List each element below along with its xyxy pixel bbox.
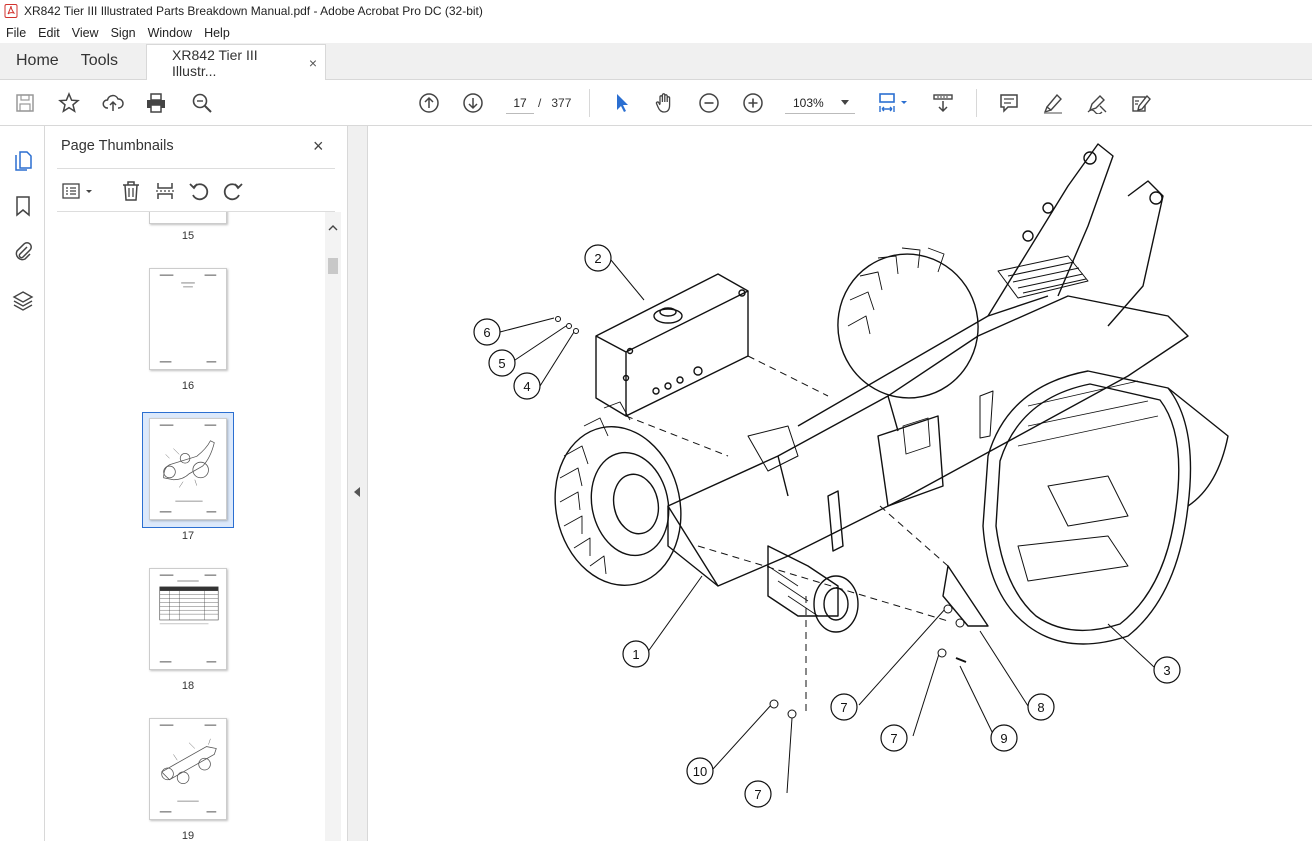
menu-bar: File Edit View Sign Window Help bbox=[0, 22, 1312, 43]
tab-document-label: XR842 Tier III Illustr... bbox=[172, 46, 258, 79]
thumbnail-page-18[interactable] bbox=[149, 568, 227, 670]
redact-edit-icon[interactable] bbox=[1128, 90, 1154, 116]
left-navigation-rail bbox=[0, 126, 45, 841]
zoom-level-select[interactable]: 103% bbox=[785, 92, 855, 114]
callout-label-2: 2 bbox=[594, 251, 601, 266]
panel-collapse-strip[interactable] bbox=[348, 126, 368, 841]
thumbnail-list: 15 16 17 18 19 bbox=[45, 212, 325, 841]
rotate-clockwise-icon[interactable] bbox=[221, 179, 245, 203]
zoom-in-icon[interactable] bbox=[740, 90, 766, 116]
delete-page-trash-icon[interactable] bbox=[119, 179, 143, 203]
scrollbar-thumb[interactable] bbox=[328, 258, 338, 274]
callout-label-7: 7 bbox=[890, 731, 897, 746]
thumbnail-options-menu-icon[interactable] bbox=[61, 179, 95, 203]
callout-label-7: 7 bbox=[840, 700, 847, 715]
parts-breakdown-drawing: 2 6 5 4 1 3 7 7 8 9 10 7 bbox=[473, 143, 1229, 808]
callout-label-5: 5 bbox=[498, 356, 505, 371]
thumbnail-label: 19 bbox=[181, 830, 195, 841]
bookmarks-icon[interactable] bbox=[11, 194, 35, 218]
thumbnail-label: 16 bbox=[181, 380, 195, 392]
page-count: / 377 bbox=[538, 92, 571, 114]
total-pages: 377 bbox=[551, 96, 572, 110]
chevron-down-icon bbox=[841, 100, 849, 105]
highlight-pen-icon[interactable] bbox=[1040, 90, 1066, 116]
thumbnail-label: 15 bbox=[181, 230, 195, 242]
callout-label-10: 10 bbox=[693, 764, 707, 779]
thumbnail-page-15[interactable] bbox=[149, 212, 227, 224]
zoom-search-icon[interactable] bbox=[189, 90, 215, 116]
rotate-counterclockwise-icon[interactable] bbox=[187, 179, 211, 203]
callout-label-6: 6 bbox=[483, 325, 490, 340]
tab-close-button[interactable]: × bbox=[309, 55, 317, 71]
toolbar-divider-2 bbox=[976, 89, 977, 117]
page-separator: / bbox=[538, 96, 542, 110]
print-icon[interactable] bbox=[143, 90, 169, 116]
main-toolbar: 17 / 377 103% bbox=[0, 80, 1312, 126]
thumbnail-page-17[interactable] bbox=[149, 418, 227, 520]
document-view[interactable]: 2 6 5 4 1 3 7 7 8 9 10 7 bbox=[368, 126, 1312, 841]
scroll-up-arrow-icon[interactable] bbox=[325, 222, 341, 234]
zoom-out-icon[interactable] bbox=[696, 90, 722, 116]
title-bar: XR842 Tier III Illustrated Parts Breakdo… bbox=[0, 0, 1312, 22]
menu-window[interactable]: Window bbox=[142, 26, 198, 40]
previous-page-icon[interactable] bbox=[416, 90, 442, 116]
panel-close-button[interactable]: × bbox=[313, 136, 324, 157]
zoom-value: 103% bbox=[793, 96, 824, 110]
callout-label-1: 1 bbox=[632, 647, 639, 662]
menu-view[interactable]: View bbox=[66, 26, 105, 40]
page-thumbnails-icon[interactable] bbox=[11, 148, 35, 172]
collapse-arrow-icon[interactable] bbox=[354, 487, 360, 497]
callout-label-9: 9 bbox=[1000, 731, 1007, 746]
select-cursor-icon[interactable] bbox=[608, 90, 634, 116]
layers-icon[interactable] bbox=[11, 288, 35, 312]
star-bookmark-icon[interactable] bbox=[56, 90, 82, 116]
thumbnail-label: 18 bbox=[181, 680, 195, 692]
menu-help[interactable]: Help bbox=[198, 26, 236, 40]
thumbnail-page-19[interactable] bbox=[149, 718, 227, 820]
callout-label-8: 8 bbox=[1037, 700, 1044, 715]
scroll-mode-icon[interactable] bbox=[930, 90, 956, 116]
hand-pan-icon[interactable] bbox=[652, 90, 678, 116]
tab-home[interactable]: Home bbox=[0, 43, 75, 79]
tab-bar: Home Tools XR842 Tier III Illustr... × bbox=[0, 43, 1312, 80]
page-number-input[interactable]: 17 bbox=[506, 92, 534, 114]
attachments-paperclip-icon[interactable] bbox=[11, 240, 35, 264]
next-page-icon[interactable] bbox=[460, 90, 486, 116]
menu-edit[interactable]: Edit bbox=[32, 26, 66, 40]
callout-label-7: 7 bbox=[754, 787, 761, 802]
panel-title: Page Thumbnails bbox=[61, 138, 174, 154]
window-title: XR842 Tier III Illustrated Parts Breakdo… bbox=[24, 4, 483, 18]
callout-label-3: 3 bbox=[1163, 663, 1170, 678]
menu-sign[interactable]: Sign bbox=[105, 26, 142, 40]
sign-pen-icon[interactable] bbox=[1084, 90, 1110, 116]
acrobat-app-icon bbox=[4, 4, 18, 18]
panel-toolbar bbox=[57, 168, 335, 212]
menu-file[interactable]: File bbox=[0, 26, 32, 40]
toolbar-divider bbox=[589, 89, 590, 117]
tab-tools[interactable]: Tools bbox=[75, 43, 134, 79]
comment-icon[interactable] bbox=[996, 90, 1022, 116]
thumbnail-page-16[interactable] bbox=[149, 268, 227, 370]
tab-document[interactable]: XR842 Tier III Illustr... × bbox=[146, 44, 327, 80]
upload-cloud-icon[interactable] bbox=[100, 90, 126, 116]
fit-page-icon[interactable] bbox=[875, 90, 911, 116]
extract-pages-icon[interactable] bbox=[153, 179, 177, 203]
save-icon[interactable] bbox=[12, 90, 38, 116]
thumbnail-label: 17 bbox=[181, 530, 195, 542]
thumbnail-scrollbar[interactable] bbox=[325, 212, 341, 841]
page-thumbnails-panel: Page Thumbnails × 15 16 17 18 19 bbox=[45, 126, 348, 841]
callout-label-4: 4 bbox=[523, 379, 530, 394]
